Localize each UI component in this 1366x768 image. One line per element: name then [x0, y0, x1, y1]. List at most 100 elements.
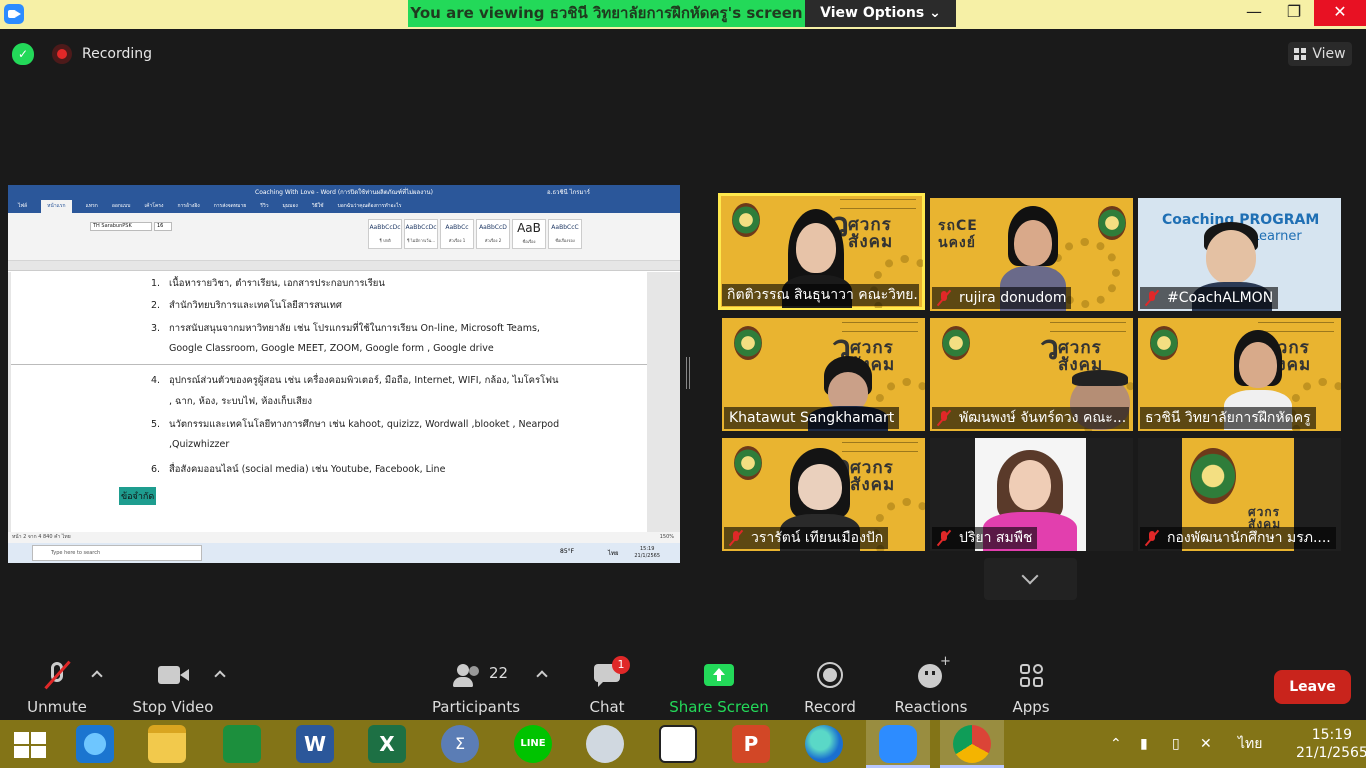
- participant-name: Khatawut Sangkhamart: [724, 407, 900, 429]
- zoom-logo-icon: [4, 4, 24, 24]
- font-name-box[interactable]: TH SarabunPSK: [90, 222, 152, 231]
- style-item[interactable]: AaB ชื่อเรื่อง: [512, 219, 546, 249]
- split-resize-handle[interactable]: [686, 357, 690, 389]
- video-tile[interactable]: รถCE นคงย์ rujira donudom: [930, 198, 1133, 311]
- word-tab[interactable]: การอ้างอิง: [177, 200, 199, 213]
- internet-explorer-icon[interactable]: [76, 725, 114, 763]
- video-tile[interactable]: Coaching PROGRAM for Learner #CoachALMON: [1138, 198, 1341, 311]
- tray-overflow-icon[interactable]: ⌃: [1110, 720, 1122, 768]
- network-icon[interactable]: ▮: [1140, 720, 1148, 768]
- word-title-bar: Coaching With Love - Word (การปิดใช้ท่าน…: [8, 185, 680, 200]
- word-tab[interactable]: รีวิว: [260, 200, 268, 213]
- style-name: หัวเรื่อง 1: [448, 238, 466, 243]
- reactions-label: Reactions: [894, 698, 968, 716]
- participant-name: rujira donudom: [932, 287, 1072, 309]
- file-explorer-icon[interactable]: [148, 725, 186, 763]
- share-screen-button[interactable]: Share Screen: [667, 660, 771, 716]
- audio-options-chevron[interactable]: [91, 668, 103, 680]
- leave-button[interactable]: Leave: [1274, 670, 1351, 704]
- style-item[interactable]: AaBbCcDc ¶ ปกติ: [368, 219, 402, 249]
- shared-screen[interactable]: Coaching With Love - Word (การปิดใช้ท่าน…: [8, 185, 680, 563]
- restore-button[interactable]: ❐: [1274, 0, 1314, 26]
- input-language[interactable]: ไทย: [1238, 720, 1262, 768]
- participants-label: Participants: [431, 698, 521, 716]
- participants-icon: 22: [441, 660, 511, 690]
- view-options-button[interactable]: View Options ⌄: [805, 0, 956, 27]
- zoom-taskbar-icon: [879, 725, 917, 763]
- word-tab[interactable]: แทรก: [86, 200, 98, 213]
- style-item[interactable]: AaBbCcC ชื่อเรื่องรอง: [548, 219, 582, 249]
- taskbar-active-zoom[interactable]: [866, 720, 930, 768]
- windows-start-icon[interactable]: [14, 732, 46, 758]
- participant-name: วรารัตน์ เทียนเมืองปัก: [724, 527, 889, 549]
- chat-button[interactable]: 1 Chat: [562, 656, 652, 716]
- word-tab-active[interactable]: หน้าแรก: [41, 200, 72, 213]
- video-tile[interactable]: วศวกรสังคม วรารัตน์ เทียนเมืองปัก: [722, 438, 925, 551]
- view-button[interactable]: View: [1288, 42, 1352, 66]
- word-tab[interactable]: ไฟล์: [18, 200, 27, 213]
- video-tile[interactable]: วศวกร สังคม กิตติวรรณ สินธุนาวา คณะวิทย..…: [718, 193, 925, 310]
- doc-line: 4. อุปกรณ์ส่วนตัวของครูผู้สอน เช่น เครื่อ…: [151, 375, 559, 386]
- university-seal-icon: [942, 326, 970, 360]
- edge-icon[interactable]: [805, 725, 843, 763]
- stop-video-button[interactable]: Stop Video: [128, 660, 218, 716]
- word-tab[interactable]: เค้าโครง: [144, 200, 163, 213]
- minimize-button[interactable]: —: [1234, 0, 1274, 26]
- gallery-next-page-button[interactable]: [984, 558, 1077, 600]
- volume-muted-icon[interactable]: ✕: [1200, 720, 1212, 768]
- doc-line: , ฉาก, ห้อง, ระบบไฟ, ห้องเก็บเสียง: [169, 396, 312, 407]
- system-clock[interactable]: 15:19 21/1/2565: [1296, 726, 1366, 762]
- participant-name: กองพัฒนานักศึกษา มรภ....: [1140, 527, 1336, 549]
- style-item[interactable]: AaBbCcDc ¶ ไม่มีการเว้น...: [404, 219, 438, 249]
- system-date: 21/1/2565: [1296, 745, 1366, 761]
- calculator-icon[interactable]: Σ: [441, 725, 479, 763]
- participants-options-chevron[interactable]: [536, 668, 548, 680]
- participants-button[interactable]: 22 Participants: [431, 660, 521, 716]
- document-page[interactable]: 1. เนื้อหารายวิชา, ตำราเรียน, เอกสารประกอ…: [11, 272, 647, 532]
- stop-video-label: Stop Video: [132, 698, 214, 716]
- shield-icon[interactable]: ✓: [12, 43, 34, 65]
- remote-search-box[interactable]: Type here to search: [32, 545, 202, 561]
- word-icon[interactable]: W: [296, 725, 334, 763]
- paint-icon[interactable]: [586, 725, 624, 763]
- video-tile[interactable]: ศวกร สังคม กองพัฒนานักศึกษา มรภ....: [1138, 438, 1341, 551]
- participant-name: กิตติวรรณ สินธุนาวา คณะวิทย...: [722, 284, 919, 306]
- unmute-label: Unmute: [27, 698, 87, 716]
- word-status-text: หน้า 2 จาก 4 840 คำ ไทย: [12, 534, 71, 540]
- word-zoom-level[interactable]: 150%: [660, 532, 674, 543]
- video-tile[interactable]: วศวกรสังคม ธวชินี วิทยาลัยการฝึกหัดครู: [1138, 318, 1341, 431]
- powerpoint-icon[interactable]: P: [732, 725, 770, 763]
- record-button[interactable]: Record: [785, 660, 875, 716]
- video-options-chevron[interactable]: [214, 668, 226, 680]
- excel-icon[interactable]: X: [368, 725, 406, 763]
- line-app-icon[interactable]: LINE: [514, 725, 552, 763]
- lisrel-icon[interactable]: [659, 725, 697, 763]
- university-seal-icon: [734, 446, 762, 480]
- reactions-button[interactable]: + Reactions: [886, 654, 976, 716]
- word-tab[interactable]: การส่งจดหมาย: [214, 200, 247, 213]
- taskbar-active-chrome[interactable]: [940, 720, 1004, 768]
- word-tab[interactable]: มุมมอง: [283, 200, 298, 213]
- close-button[interactable]: ✕: [1314, 0, 1366, 26]
- style-preview: AaB: [517, 221, 541, 235]
- unmute-button[interactable]: Unmute: [12, 660, 102, 716]
- font-size-box[interactable]: 16: [154, 222, 172, 231]
- style-preview: AaBbCcD: [479, 224, 507, 231]
- word-tab[interactable]: วิธีใช้: [312, 200, 324, 213]
- remote-clock: 15:19 21/1/2565: [634, 546, 660, 560]
- word-tab[interactable]: ออกแบบ: [112, 200, 131, 213]
- recording-label: Recording: [82, 46, 153, 62]
- battery-icon[interactable]: ▯: [1172, 720, 1180, 768]
- word-tell-me[interactable]: บอกฉันว่าคุณต้องการทำอะไร: [338, 200, 402, 213]
- style-item[interactable]: AaBbCcD หัวเรื่อง 2: [476, 219, 510, 249]
- doc-line: 5. นวัตกรรมและเทคโนโลยีทางการศึกษา เช่น k…: [151, 419, 560, 430]
- apps-button[interactable]: Apps: [986, 660, 1076, 716]
- video-tile[interactable]: วศวกร สังคม พัฒนพงษ์ จันทร์ดวง คณะ...: [930, 318, 1133, 431]
- university-seal-icon: [1098, 206, 1126, 240]
- word-window-title: Coaching With Love - Word (การปิดใช้ท่าน…: [255, 189, 433, 196]
- zoom-window: You are viewing ธวชินี วิทยาลัยการฝึกหัด…: [0, 0, 1366, 768]
- store-icon[interactable]: [223, 725, 261, 763]
- style-item[interactable]: AaBbCc หัวเรื่อง 1: [440, 219, 474, 249]
- video-tile[interactable]: วศวกร สังคม Khatawut Sangkhamart: [722, 318, 925, 431]
- video-tile[interactable]: ปริยา สมพืช: [930, 438, 1133, 551]
